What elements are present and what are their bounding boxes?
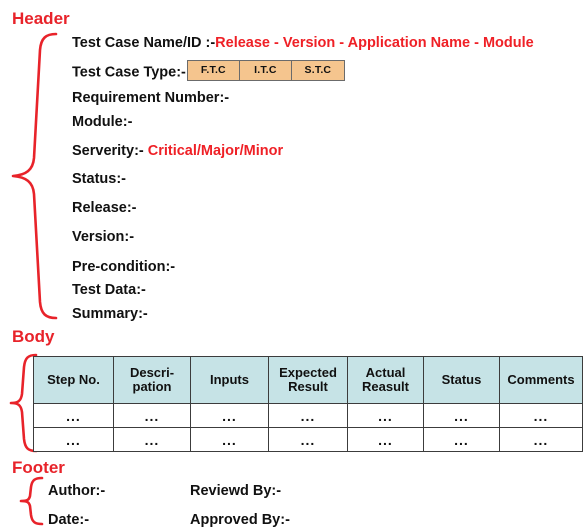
table-header-inputs-line1: Inputs: [210, 371, 249, 387]
table-header-inputs: Inputs: [190, 356, 269, 404]
field-label-test-case-name-id: Test Case Name/ID :-: [72, 35, 216, 51]
field-summary: Summary:-: [72, 307, 148, 322]
table-header-step-no: Step No.: [33, 356, 114, 404]
table-header-description: Descri- pation: [113, 356, 191, 404]
table-header-step-no-line1: Step No.: [47, 371, 100, 387]
footer-section-brace: [19, 476, 44, 526]
field-label-version: Version:-: [72, 229, 135, 245]
table-header-description-line1: Descri-: [129, 364, 175, 380]
field-test-case-name-id: Test Case Name/ID :-Release - Version - …: [72, 36, 534, 51]
table-header-status-line1: Status: [441, 371, 482, 387]
table-header-actual-result: Actual Reasult: [347, 356, 424, 404]
field-label-test-case-type: Test Case Type:-: [72, 64, 186, 81]
header-section-brace: [11, 32, 58, 320]
table-cell[interactable]: ...: [190, 403, 269, 428]
table-cell[interactable]: ...: [33, 403, 114, 428]
field-release: Release:-: [72, 201, 136, 216]
footer-date-label: Date:-: [48, 512, 90, 528]
table-header-expected-result: Expected Result: [268, 356, 348, 404]
field-test-data: Test Data:-: [72, 283, 146, 298]
field-pre-condition: Pre-condition:-: [72, 260, 175, 275]
table-cell[interactable]: ...: [33, 427, 114, 452]
field-label-release: Release:-: [72, 200, 137, 216]
table-header-description-line2: pation: [132, 379, 172, 394]
field-status: Status:-: [72, 172, 126, 187]
field-value-severity: Critical/Major/Minor: [147, 143, 284, 159]
test-case-type-chip-stc[interactable]: S.T.C: [291, 61, 344, 80]
table-cell[interactable]: ...: [347, 403, 424, 428]
footer-section-caption: Footer: [12, 458, 65, 477]
field-requirement-number: Requirement Number:-: [72, 91, 229, 106]
field-label-pre-condition: Pre-condition:-: [72, 259, 176, 275]
test-case-type-chip-ftc[interactable]: F.T.C: [187, 61, 240, 80]
footer-approved-by-label: Approved By:-: [190, 512, 290, 528]
table-row: ... ... ... ... ... ... ...: [33, 403, 583, 428]
field-label-severity: Serverity:-: [72, 143, 144, 159]
field-value-test-case-name-id: Release - Version - Application Name - M…: [215, 35, 534, 51]
field-test-case-type: Test Case Type:- F.T.C I.T.C S.T.C: [72, 60, 345, 83]
field-label-requirement-number: Requirement Number:-: [72, 90, 230, 106]
table-header-actual-result-line2: Reasult: [362, 379, 409, 394]
table-header-expected-result-line1: Expected: [279, 364, 337, 380]
test-steps-table: Step No. Descri- pation Inputs Expected …: [33, 356, 583, 452]
field-module: Module:-: [72, 115, 132, 130]
table-header-actual-result-line1: Actual: [365, 364, 406, 380]
table-cell[interactable]: ...: [113, 427, 191, 452]
table-header-status: Status: [423, 356, 500, 404]
table-cell[interactable]: ...: [423, 427, 500, 452]
field-label-module: Module:-: [72, 114, 133, 130]
footer-author-label: Author:-: [48, 483, 106, 499]
field-label-test-data: Test Data:-: [72, 282, 146, 298]
table-cell[interactable]: ...: [499, 427, 583, 452]
header-section-caption: Header: [12, 9, 70, 28]
test-case-type-chip-itc[interactable]: I.T.C: [239, 61, 292, 80]
table-cell[interactable]: ...: [499, 403, 583, 428]
table-cell[interactable]: ...: [268, 403, 348, 428]
field-severity: Serverity:- Critical/Major/Minor: [72, 144, 283, 159]
table-header-expected-result-line2: Result: [288, 379, 328, 394]
test-case-template-diagram: Header Test Case Name/ID :-Release - Ver…: [0, 0, 585, 530]
table-header-comments: Comments: [499, 356, 583, 404]
body-section-caption: Body: [12, 327, 55, 346]
table-cell[interactable]: ...: [347, 427, 424, 452]
table-header-comments-line1: Comments: [507, 371, 575, 387]
field-version: Version:-: [72, 230, 134, 245]
table-row: ... ... ... ... ... ... ...: [33, 427, 583, 452]
table-cell[interactable]: ...: [190, 427, 269, 452]
field-label-status: Status:-: [72, 171, 126, 187]
table-header-row: Step No. Descri- pation Inputs Expected …: [33, 356, 583, 404]
footer-reviewed-by-label: Reviewd By:-: [190, 483, 282, 499]
field-label-summary: Summary:-: [72, 306, 148, 322]
test-case-type-chip-group: F.T.C I.T.C S.T.C: [186, 60, 345, 81]
table-cell[interactable]: ...: [423, 403, 500, 428]
table-cell[interactable]: ...: [268, 427, 348, 452]
table-cell[interactable]: ...: [113, 403, 191, 428]
